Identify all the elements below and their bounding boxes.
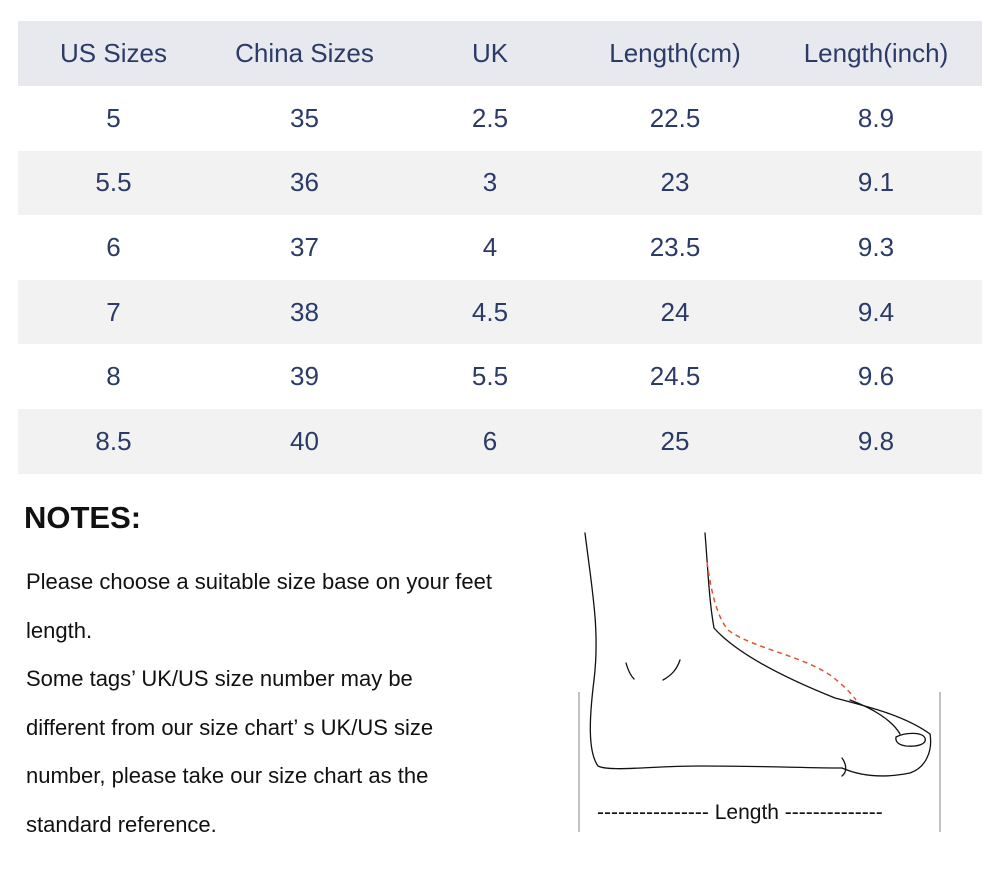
note-line: Some tags’ UK/US size number may be	[26, 666, 413, 691]
cell-length-inch: 9.8	[770, 408, 982, 474]
cell-uk-size: 2.5	[471, 102, 509, 133]
cell-length-inch: 9.4	[770, 279, 982, 345]
table-row: 6 37 4 23.5 9.3	[18, 215, 982, 280]
cell-length-cm: 24	[580, 279, 770, 345]
note-line: number, please take our size chart as th…	[26, 763, 429, 788]
foot-measurement-illustration	[578, 532, 941, 832]
toe-bottom-crease	[841, 757, 847, 777]
foot-instep-outline	[704, 532, 931, 735]
notes-body: Please choose a suitable size base on yo…	[26, 558, 546, 849]
table-header-row: US Sizes China Sizes UK Length(cm) Lengt…	[18, 21, 982, 86]
cell-uk-size: 5.5	[471, 361, 509, 392]
toenail-outline	[895, 732, 926, 747]
column-header-china-sizes: China Sizes	[209, 21, 400, 86]
cell-uk-size: 6	[400, 408, 580, 474]
table-row: 8.5 40 6 25 9.8	[18, 408, 982, 474]
note-line: length.	[26, 617, 93, 643]
cell-us-size: 7	[18, 279, 209, 345]
table-row: 5.5 36 3 23 9.1	[18, 150, 982, 216]
cell-length-cm: 23	[580, 150, 770, 216]
foot-length-dashed-line	[706, 561, 857, 701]
cell-uk-size: 4	[482, 231, 498, 262]
cell-uk-size: 4.5	[400, 279, 580, 345]
column-header-length-inch: Length(inch)	[770, 21, 982, 86]
cell-us-size: 5	[106, 102, 121, 133]
cell-length-cm: 23.5	[649, 231, 701, 262]
ankle-mark-right	[662, 659, 681, 681]
cell-china-size: 38	[209, 279, 400, 345]
note-line: different from our size chart’ s UK/US s…	[26, 714, 434, 740]
foot-toe-outline	[841, 733, 932, 777]
toe-crease	[849, 699, 901, 735]
cell-length-inch: 8.9	[857, 102, 895, 133]
column-header-us-sizes: US Sizes	[18, 21, 209, 86]
cell-length-inch: 9.6	[857, 361, 895, 392]
cell-length-inch: 9.1	[770, 150, 982, 216]
table-row: 7 38 4.5 24 9.4	[18, 279, 982, 345]
cell-length-cm: 22.5	[649, 102, 701, 133]
cell-us-size: 6	[106, 231, 121, 262]
length-label: ---------------- Length --------------	[597, 801, 883, 824]
notes-title: NOTES:	[24, 500, 142, 535]
cell-us-size: 8.5	[18, 408, 209, 474]
cell-china-size: 37	[290, 231, 319, 262]
ankle-mark-left	[625, 662, 635, 680]
cell-length-cm: 25	[580, 408, 770, 474]
note-line: Please choose a suitable size base on yo…	[26, 569, 492, 594]
cell-china-size: 39	[290, 361, 319, 392]
cell-china-size: 36	[209, 150, 400, 216]
column-header-uk: UK	[400, 21, 580, 86]
cell-length-inch: 9.3	[857, 231, 895, 262]
table-row: 8 39 5.5 24.5 9.6	[18, 344, 982, 409]
cell-length-cm: 24.5	[649, 361, 701, 392]
cell-us-size: 5.5	[18, 150, 209, 216]
foot-heel-outline	[584, 532, 843, 770]
note-line: standard reference.	[26, 811, 217, 837]
size-chart-table: US Sizes China Sizes UK Length(cm) Lengt…	[18, 21, 982, 474]
table-row: 5 35 2.5 22.5 8.9	[18, 86, 982, 151]
cell-china-size: 35	[290, 102, 319, 133]
cell-uk-size: 3	[400, 150, 580, 216]
cell-us-size: 8	[106, 361, 121, 392]
cell-china-size: 40	[209, 408, 400, 474]
column-header-length-cm: Length(cm)	[580, 21, 770, 86]
